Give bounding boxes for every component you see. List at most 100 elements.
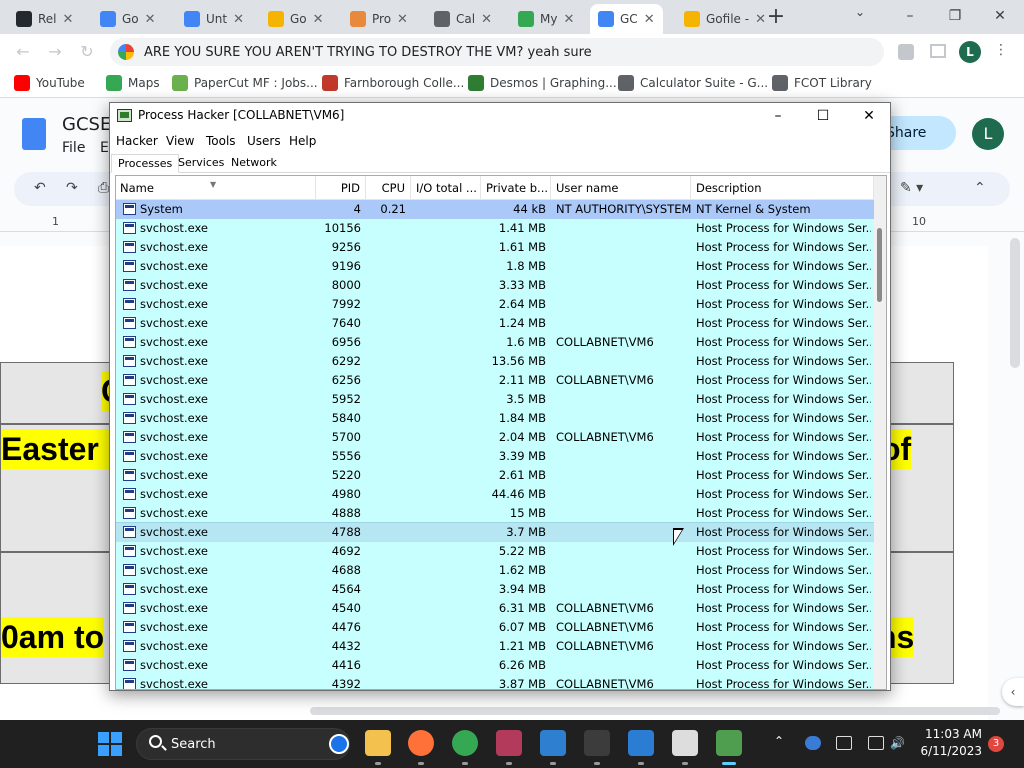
keyboard-icon[interactable] [836,736,852,750]
address-bar[interactable]: ARE YOU SURE YOU AREN'T TRYING TO DESTRO… [110,38,884,66]
tab-close-icon[interactable]: ✕ [397,12,408,27]
back-icon[interactable]: ← [12,41,34,63]
tray-chevron-icon[interactable]: ⌃ [774,734,784,748]
docs-avatar[interactable]: L [972,118,1004,150]
docs-menu-file[interactable]: File [62,140,85,156]
table-row[interactable]: svchost.exe 4476 6.07 MB COLLABNET\VM6 Host … [116,618,874,637]
table-row[interactable]: svchost.exe 9196 1.8 MB Host Process for Wi… [116,257,874,276]
table-row[interactable]: svchost.exe 4788 3.7 MB Host Process for Wi… [116,522,875,543]
table-row[interactable]: svchost.exe 4392 3.87 MB COLLABNET\VM6 Host … [116,675,874,689]
column-header-pid[interactable]: PID [316,176,366,200]
table-row[interactable]: svchost.exe 8000 3.33 MB Host Process for W… [116,276,874,295]
process-list-scrollbar[interactable] [874,176,886,689]
minimize-icon[interactable]: – [890,4,930,28]
tab-search-icon[interactable]: ⌄ [855,5,865,19]
edit-mode-icon[interactable]: ✎ ▾ [900,180,923,196]
process-hacker-icon[interactable] [716,730,742,756]
reload-icon[interactable]: ↻ [76,41,98,63]
table-row[interactable]: svchost.exe 5700 2.04 MB COLLABNET\VM6 Host … [116,428,874,447]
network-icon[interactable] [868,736,884,750]
clock-time[interactable]: 11:03 AM [912,727,982,741]
notification-badge[interactable]: 3 [988,736,1004,752]
extensions-icon[interactable] [898,44,914,60]
side-panel-icon[interactable] [930,44,946,58]
close-icon[interactable]: ✕ [980,4,1020,28]
new-tab-button[interactable]: + [762,6,790,30]
terminal-icon[interactable] [584,730,610,756]
minimize-icon[interactable]: – [755,103,801,129]
menu-users[interactable]: Users [247,134,281,148]
table-row[interactable]: svchost.exe 5840 1.84 MB Host Process for W… [116,409,874,428]
browser-tab[interactable]: Go ✕ [260,4,332,34]
table-row[interactable]: svchost.exe 4564 3.94 MB Host Process for W… [116,580,874,599]
bookmark-item[interactable]: FCOT Library [772,75,872,91]
taskbar-search-box[interactable]: Search [136,728,350,760]
column-header-cpu[interactable]: CPU [366,176,411,200]
table-row[interactable]: svchost.exe 10156 1.41 MB Host Process for … [116,219,874,238]
7zip-icon[interactable] [672,730,698,756]
document-title[interactable]: GCSE [62,114,111,135]
volume-icon[interactable]: 🔊 [890,736,906,750]
browser-menu-icon[interactable]: ⋮ [994,42,1008,58]
table-row[interactable]: svchost.exe 6292 13.56 MB Host Process for … [116,352,874,371]
bookmark-item[interactable]: Desmos | Graphing... [468,75,617,91]
table-row[interactable]: svchost.exe 5220 2.61 MB Host Process for W… [116,466,874,485]
maximize-icon[interactable]: ☐ [800,103,846,129]
onedrive-icon[interactable] [805,736,821,750]
window-titlebar[interactable]: Process Hacker [COLLABNET\VM6] – ☐ ✕ [110,103,890,129]
start-button[interactable] [98,732,122,756]
menu-hacker[interactable]: Hacker [116,134,158,148]
tab-close-icon[interactable]: ✕ [313,12,324,27]
docs-scrollbar[interactable] [1010,238,1020,368]
table-row[interactable]: svchost.exe 6256 2.11 MB COLLABNET\VM6 Host … [116,371,874,390]
table-row[interactable]: svchost.exe 4540 6.31 MB COLLABNET\VM6 Host … [116,599,874,618]
column-header-io[interactable]: I/O total ... [411,176,481,200]
browser-tab[interactable]: Unt ✕ [176,4,252,34]
bookmark-item[interactable]: Calculator Suite - G... [618,75,768,91]
bookmark-item[interactable]: Farnborough Colle... [322,75,464,91]
table-row[interactable]: System 4 0.21 44 kB NT AUTHORITY\SYSTEM NT Ke… [116,200,874,219]
bing-icon[interactable] [329,734,349,754]
tab-close-icon[interactable]: ✕ [563,12,574,27]
side-panel-toggle-icon[interactable]: ‹ [1002,678,1024,706]
table-row[interactable]: svchost.exe 9256 1.61 MB Host Process for W… [116,238,874,257]
process-list[interactable]: Name ▼ PID CPU I/O total ... Private b...… [115,175,887,690]
scrollbar-thumb[interactable] [877,228,882,302]
media-app-icon[interactable] [496,730,522,756]
profile-avatar[interactable]: L [959,41,981,63]
browser-tab[interactable]: Go ✕ [92,4,164,34]
browser-tab[interactable]: Gofile - ✕ [676,4,774,34]
table-row[interactable]: svchost.exe 4432 1.21 MB COLLABNET\VM6 Host … [116,637,874,656]
tab-network[interactable]: Network [225,154,283,173]
clock-date[interactable]: 6/11/2023 [912,744,982,758]
bookmark-item[interactable]: PaperCut MF : Jobs... [172,75,318,91]
tab-close-icon[interactable]: ✕ [481,12,492,27]
chrome-icon[interactable] [452,730,478,756]
table-row[interactable]: svchost.exe 4416 6.26 MB Host Process for W… [116,656,874,675]
close-icon[interactable]: ✕ [846,103,890,129]
docs-horizontal-scrollbar[interactable] [310,707,1000,715]
forward-icon[interactable]: → [44,41,66,63]
column-header-user-name[interactable]: User name [551,176,691,200]
browser-tab[interactable]: Rel ✕ [8,4,81,34]
table-row[interactable]: svchost.exe 6956 1.6 MB COLLABNET\VM6 Host P… [116,333,874,352]
tab-close-icon[interactable]: ✕ [63,12,74,27]
browser-tab[interactable]: My ✕ [510,4,582,34]
menu-view[interactable]: View [166,134,194,148]
restore-icon[interactable]: ❐ [935,4,975,28]
table-row[interactable]: svchost.exe 4688 1.62 MB Host Process for W… [116,561,874,580]
bookmark-item[interactable]: YouTube [14,75,85,91]
undo-icon[interactable]: ↶ [34,180,46,196]
table-row[interactable]: svchost.exe 5952 3.5 MB Host Process for Wi… [116,390,874,409]
docs-logo-icon[interactable] [22,118,46,150]
menu-help[interactable]: Help [289,134,316,148]
column-header-name[interactable]: Name ▼ [116,176,316,200]
table-row[interactable]: svchost.exe 7640 1.24 MB Host Process for W… [116,314,874,333]
menu-tools[interactable]: Tools [206,134,236,148]
tab-close-icon[interactable]: ✕ [145,12,156,27]
window-app-icon[interactable] [628,730,654,756]
paint-app-icon[interactable] [540,730,566,756]
file-explorer-icon[interactable] [365,730,391,756]
browser-tab[interactable]: GC ✕ [590,4,663,34]
table-row[interactable]: svchost.exe 4980 44.46 MB Host Process for … [116,485,874,504]
